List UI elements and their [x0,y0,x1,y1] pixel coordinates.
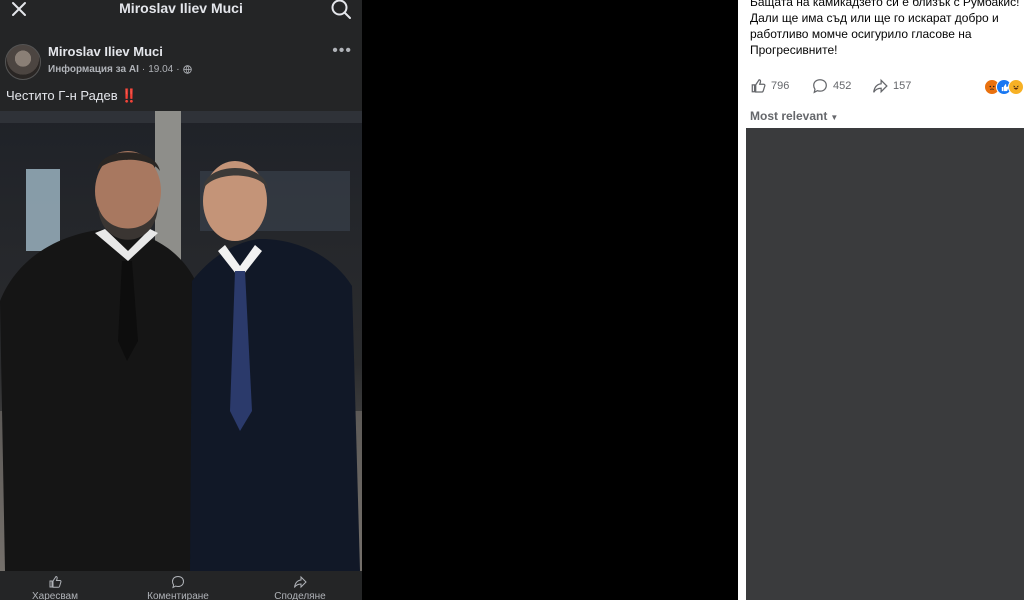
comment-icon [813,79,827,94]
more-options-button[interactable]: ••• [332,42,352,60]
search-icon [331,0,351,19]
engagement-stats: 796 452 157 [750,78,1024,98]
author-name[interactable]: Miroslav Iliev Muci [48,44,163,59]
share-icon [294,575,307,589]
like-icon [751,79,766,93]
meta-separator: · [176,64,180,75]
comment-icon [171,575,185,589]
photo-illustration [0,111,362,571]
likes-stat[interactable]: 796 [750,78,789,94]
globe-icon [182,65,192,74]
page-title: Miroslav Iliev Muci [119,0,243,16]
post-caption: Честито Г-н Радев ‼️ [6,88,137,104]
like-button[interactable]: Харесвам [10,575,100,600]
post-date[interactable]: 19.04 [148,64,173,75]
sort-label: Most relevant [750,109,828,123]
post-photo[interactable] [0,111,362,571]
search-button[interactable] [330,0,352,20]
comment-button[interactable]: Коментиране [133,575,223,600]
reaction-icons[interactable] [984,79,1024,95]
caption-text: Честито Г-н Радев [6,88,118,103]
comments-area [746,128,1024,600]
like-label: Харесвам [32,591,78,600]
top-bar: Miroslav Iliev Muci [0,0,362,22]
more-icon: ••• [332,42,352,59]
like-icon [49,575,62,588]
post-text: Бащата на камикадзето си е близък с Румб… [750,0,1020,57]
avatar[interactable] [5,44,41,80]
comments-count: 452 [833,80,852,92]
sort-dropdown[interactable]: Most relevant ▼ [750,109,838,123]
share-icon [873,78,888,94]
comments-stat[interactable]: 452 [812,78,851,94]
post-actions: Харесвам Коментиране Споделяне [0,571,362,600]
comment-label: Коментиране [147,591,209,600]
comment-card: Бащата на камикадзето си е близък с Румб… [738,0,1024,600]
meta-separator: · [141,64,146,75]
shares-stat[interactable]: 157 [872,78,911,94]
ai-info-link[interactable]: Информация за AI [48,64,139,75]
share-label: Споделяне [274,591,326,600]
shares-count: 157 [893,80,912,92]
post-meta: Информация за AI · 19.04 · [48,64,192,75]
haha-reaction-icon [1008,79,1024,95]
caption-mark: ‼️ [121,88,138,103]
share-button[interactable]: Споделяне [255,575,345,600]
likes-count: 796 [771,80,790,92]
post-panel: Miroslav Iliev Muci Miroslav Iliev Muci … [0,0,362,600]
post-header: Miroslav Iliev Muci Информация за AI · 1… [0,40,362,84]
chevron-down-icon: ▼ [830,113,839,122]
